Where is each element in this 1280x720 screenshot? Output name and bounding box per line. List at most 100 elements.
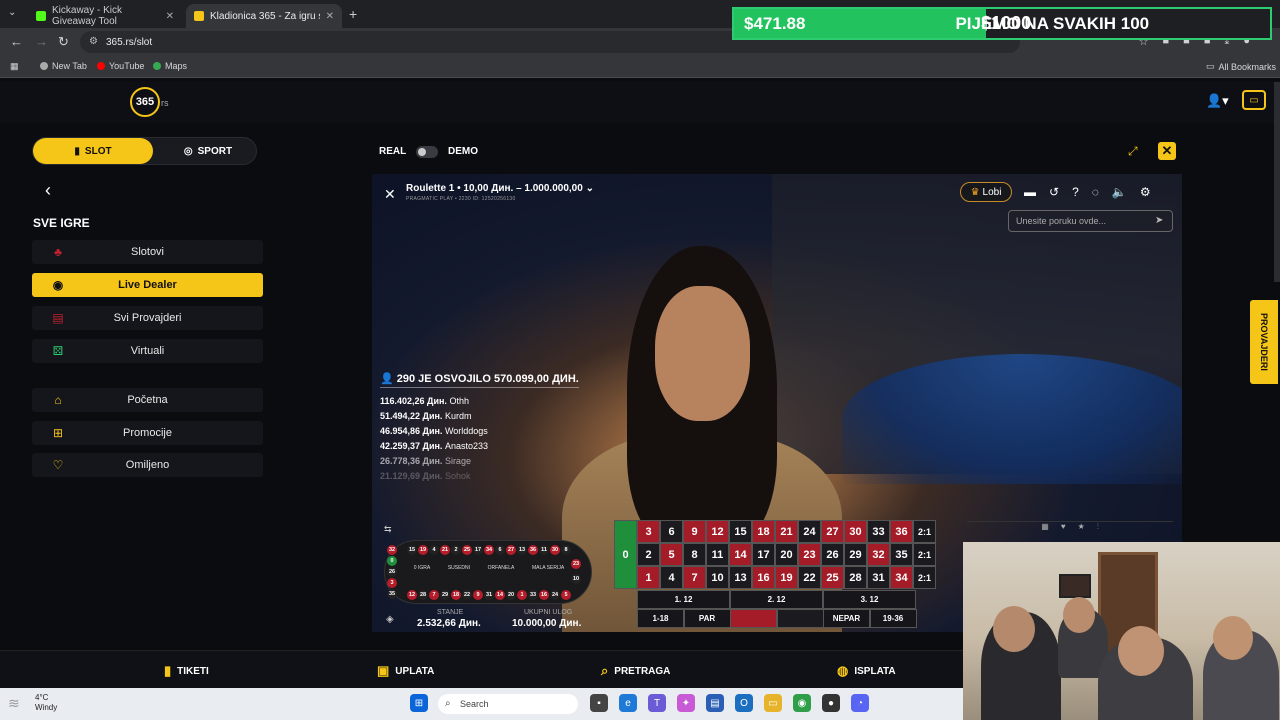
racetrack-number[interactable]: 32 bbox=[387, 545, 397, 555]
bet-number[interactable]: 24 bbox=[798, 520, 821, 543]
racetrack-number[interactable]: 14 bbox=[495, 590, 505, 600]
camera-icon[interactable]: ◌ bbox=[1092, 185, 1099, 199]
bet-number[interactable]: 12 bbox=[706, 520, 729, 543]
bet-number[interactable]: 36 bbox=[890, 520, 913, 543]
bet-number[interactable]: 26 bbox=[821, 543, 844, 566]
bet-number[interactable]: 19 bbox=[775, 566, 798, 589]
edge-icon[interactable]: e bbox=[619, 694, 637, 712]
bet-red[interactable] bbox=[730, 609, 777, 628]
bet-number[interactable]: 30 bbox=[844, 520, 867, 543]
racetrack-number[interactable]: 7 bbox=[429, 590, 439, 600]
bet-number[interactable]: 23 bbox=[798, 543, 821, 566]
racetrack-number[interactable]: 31 bbox=[484, 590, 494, 600]
site-logo[interactable]: 365 bbox=[130, 87, 160, 117]
bet-number[interactable]: 28 bbox=[844, 566, 867, 589]
lobby-button[interactable]: ♛ Lobi bbox=[960, 182, 1012, 202]
all-bookmarks[interactable]: ▭ All Bookmarks bbox=[1206, 61, 1276, 72]
roulette-racetrack[interactable]: 15 19 4 21 2 25 17 34 6 27 13 36 11 30 8 12 28 7 29 18 22 9 3… bbox=[384, 540, 592, 604]
obs-icon[interactable]: ● bbox=[822, 694, 840, 712]
bet-black[interactable] bbox=[776, 609, 824, 628]
sidebar-item-pocetna[interactable]: ⌂ Početna bbox=[32, 388, 263, 412]
back-icon[interactable]: ← bbox=[10, 34, 23, 49]
racetrack-number[interactable]: 10 bbox=[571, 574, 581, 584]
bet-dozen[interactable]: 1. 12 bbox=[637, 590, 730, 609]
bet-column[interactable]: 2:1 bbox=[913, 566, 936, 589]
bet-outside[interactable]: PAR bbox=[683, 609, 731, 628]
nav-uplata[interactable]: ▣ UPLATA bbox=[377, 663, 434, 679]
section-orphans[interactable]: ORFANELA bbox=[488, 565, 515, 571]
fullscreen-icon[interactable]: ⤢ bbox=[1128, 144, 1138, 159]
racetrack-number[interactable]: 8 bbox=[561, 545, 571, 555]
racetrack-number[interactable]: 5 bbox=[561, 590, 571, 600]
apps-icon[interactable]: ▦ bbox=[10, 61, 19, 72]
bet-number[interactable]: 13 bbox=[729, 566, 752, 589]
settings-icon[interactable]: ⚙ bbox=[1140, 185, 1151, 199]
sidebar-item-virtuali[interactable]: ⚄ Virtuali bbox=[32, 339, 263, 363]
racetrack-number[interactable]: 25 bbox=[462, 545, 472, 555]
site-info-icon[interactable]: ⚙ bbox=[89, 36, 98, 47]
bet-number[interactable]: 11 bbox=[706, 543, 729, 566]
wallet-icon[interactable]: ▭ bbox=[1242, 90, 1266, 110]
bet-number[interactable]: 31 bbox=[867, 566, 890, 589]
real-demo-toggle[interactable] bbox=[416, 146, 438, 158]
store-icon[interactable]: ▤ bbox=[706, 694, 724, 712]
section-neighbors[interactable]: SUSEDNI bbox=[448, 565, 470, 571]
bet-number[interactable]: 22 bbox=[798, 566, 821, 589]
bet-number[interactable]: 8 bbox=[683, 543, 706, 566]
bet-number[interactable]: 35 bbox=[890, 543, 913, 566]
mute-icon[interactable]: 🔈 bbox=[1112, 185, 1127, 199]
bookmark-new-tab[interactable]: New Tab bbox=[40, 61, 87, 71]
providers-side-tab[interactable]: PROVAJDERI bbox=[1250, 300, 1278, 384]
sidebar-item-slotovi[interactable]: ♣ Slotovi bbox=[32, 240, 263, 264]
bet-number[interactable]: 5 bbox=[660, 543, 683, 566]
racetrack-number[interactable]: 1 bbox=[517, 590, 527, 600]
racetrack-number[interactable]: 33 bbox=[528, 590, 538, 600]
bet-number[interactable]: 27 bbox=[821, 520, 844, 543]
user-menu-icon[interactable]: 👤▾ bbox=[1206, 93, 1229, 109]
bet-outside[interactable]: 1-18 bbox=[637, 609, 684, 628]
sidebar-item-live-dealer[interactable]: ◉ Live Dealer bbox=[32, 273, 263, 297]
nav-pretraga[interactable]: ⌕ PRETRAGA bbox=[601, 663, 670, 679]
sidebar-item-omiljeno[interactable]: ♡ Omiljeno bbox=[32, 453, 263, 477]
nav-tiketi[interactable]: ▮ TIKETI bbox=[164, 663, 209, 679]
star-view-icon[interactable]: ★ bbox=[1078, 522, 1085, 538]
grid-view-icon[interactable]: ▦ bbox=[1041, 522, 1049, 538]
forward-icon[interactable]: → bbox=[35, 34, 48, 49]
bookmark-youtube[interactable]: YouTube bbox=[97, 61, 144, 71]
bet-outside[interactable]: 19-36 bbox=[869, 609, 917, 628]
racetrack-number[interactable]: 3 bbox=[387, 578, 397, 588]
racetrack-number[interactable]: 36 bbox=[528, 545, 538, 555]
close-tab-icon[interactable]: ✕ bbox=[166, 11, 174, 22]
bet-number[interactable]: 3 bbox=[637, 520, 660, 543]
chrome-icon[interactable]: ◉ bbox=[793, 694, 811, 712]
outlook-icon[interactable]: O bbox=[735, 694, 753, 712]
bet-column[interactable]: 2:1 bbox=[913, 520, 936, 543]
sport-toggle-button[interactable]: ◎ SPORT bbox=[163, 138, 253, 164]
bet-number[interactable]: 1 bbox=[637, 566, 660, 589]
close-tab-icon[interactable]: ✕ bbox=[326, 11, 334, 22]
bet-number[interactable]: 33 bbox=[867, 520, 890, 543]
scrollbar[interactable] bbox=[1274, 82, 1280, 282]
swap-view-icon[interactable]: ⇆ bbox=[384, 524, 392, 535]
bet-number[interactable]: 25 bbox=[821, 566, 844, 589]
bet-number[interactable]: 21 bbox=[775, 520, 798, 543]
racetrack-number[interactable]: 4 bbox=[429, 545, 439, 555]
help-icon[interactable]: ? bbox=[1072, 185, 1079, 199]
bet-number[interactable]: 6 bbox=[660, 520, 683, 543]
close-game-icon[interactable]: ✕ bbox=[384, 186, 396, 203]
browser-tab-kladionica[interactable]: Kladionica 365 - Za igru sa druge ✕ bbox=[186, 4, 342, 28]
send-icon[interactable]: ➤ bbox=[1155, 215, 1163, 226]
bet-dozen[interactable]: 3. 12 bbox=[823, 590, 916, 609]
copilot-icon[interactable]: ✦ bbox=[677, 694, 695, 712]
racetrack-number[interactable]: 13 bbox=[517, 545, 527, 555]
browser-tab-kickaway[interactable]: Kickaway - Kick Giveaway Tool ✕ bbox=[28, 4, 182, 28]
history-icon[interactable]: ↺ bbox=[1049, 185, 1059, 199]
bookmark-maps[interactable]: Maps bbox=[153, 61, 187, 71]
slot-toggle-button[interactable]: ▮ SLOT bbox=[33, 138, 153, 164]
heart-view-icon[interactable]: ♥ bbox=[1061, 522, 1066, 538]
bet-number[interactable]: 20 bbox=[775, 543, 798, 566]
stats-view-icon[interactable]: ⫶ bbox=[1097, 522, 1099, 538]
racetrack-number[interactable]: 28 bbox=[418, 590, 428, 600]
racetrack-number[interactable]: 24 bbox=[550, 590, 560, 600]
sidebar-item-promocije[interactable]: ⊞ Promocije bbox=[32, 421, 263, 445]
